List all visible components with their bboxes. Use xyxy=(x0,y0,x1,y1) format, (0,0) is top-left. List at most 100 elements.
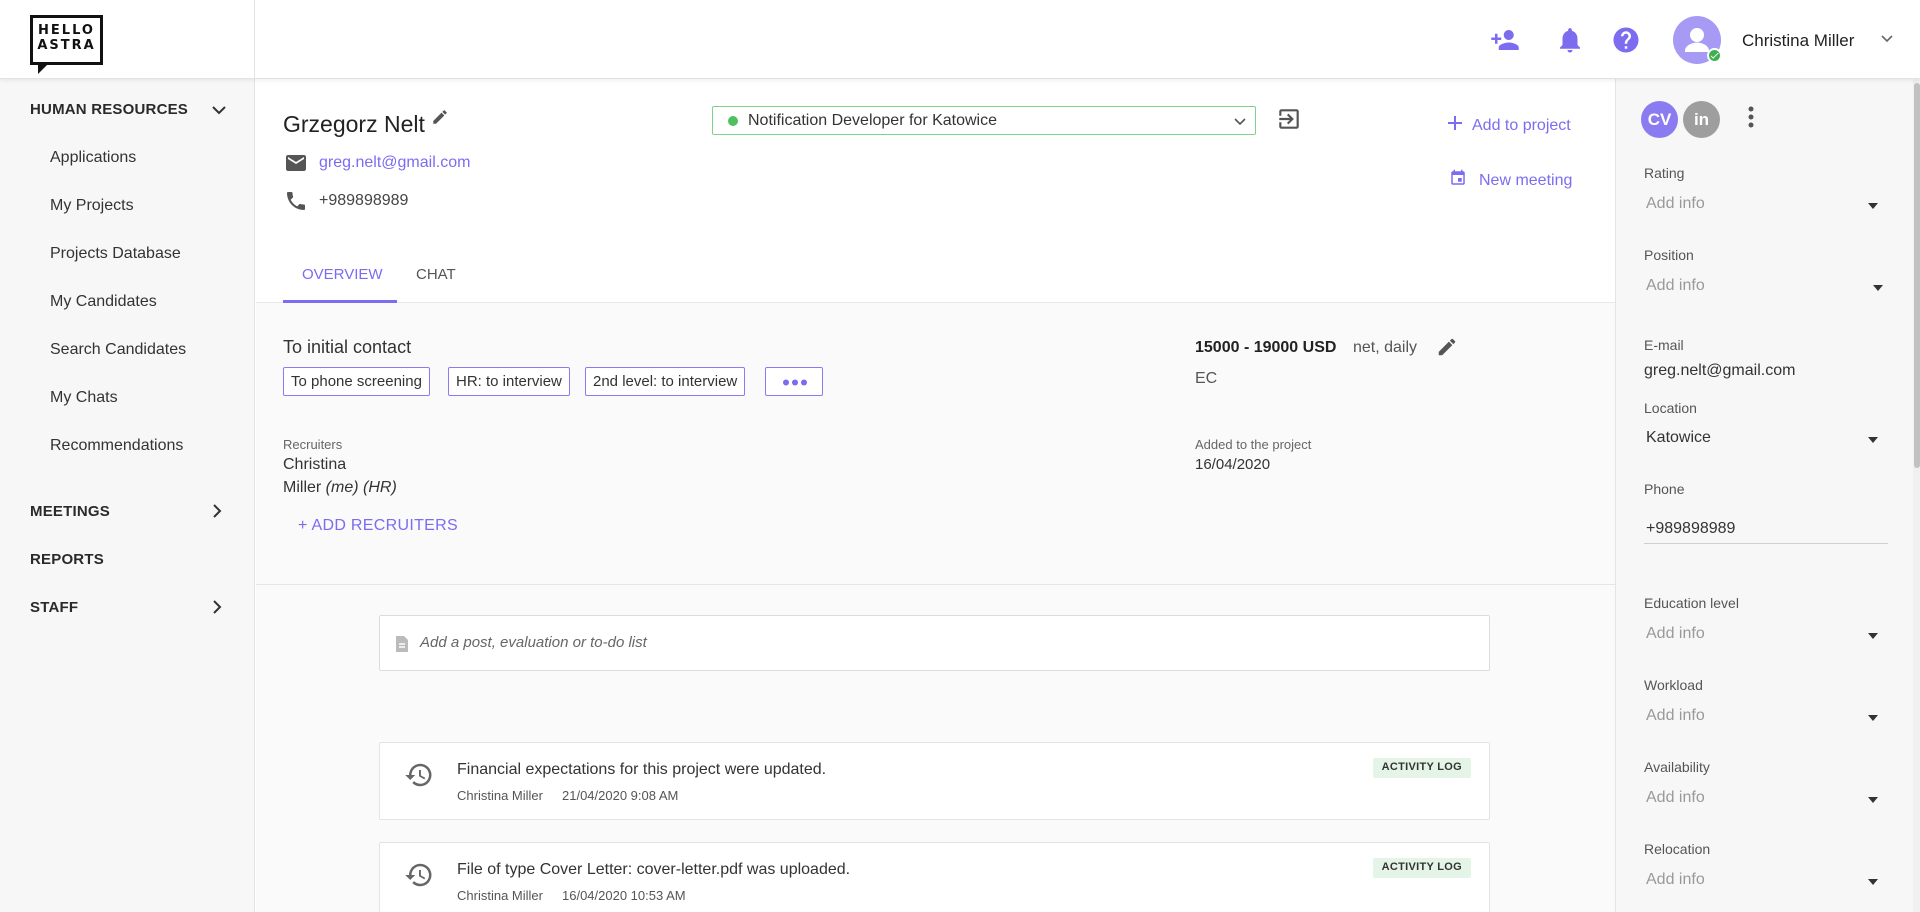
user-name[interactable]: Christina Miller xyxy=(1742,31,1854,51)
salary-range: 15000 - 19000 USD xyxy=(1195,339,1337,356)
note-icon xyxy=(394,635,410,653)
availability-label: Availability xyxy=(1644,759,1710,775)
exit-project-icon[interactable] xyxy=(1276,106,1302,132)
sidebar-item-search-candidates[interactable]: Search Candidates xyxy=(50,341,186,359)
workload-value: Add info xyxy=(1646,707,1705,724)
chevron-down-icon[interactable] xyxy=(1880,34,1894,44)
logo-tail xyxy=(38,65,47,74)
email-label: E-mail xyxy=(1644,337,1684,353)
stage-title: To initial contact xyxy=(283,337,412,357)
chevron-down-icon xyxy=(1233,117,1247,126)
dropdown-arrow-icon xyxy=(1868,879,1878,885)
added-to-project-label: Added to the project xyxy=(1195,437,1312,452)
relocation-label: Relocation xyxy=(1644,841,1711,857)
more-dots-icon xyxy=(783,379,807,386)
dropdown-arrow-icon xyxy=(1868,797,1878,803)
location-select[interactable]: Katowice xyxy=(1644,425,1886,455)
activity-time: 21/04/2020 9:08 AM xyxy=(562,788,679,803)
availability-select[interactable]: Add info xyxy=(1644,785,1886,815)
top-bar: HELLO ASTRA Christina Miller xyxy=(0,0,1920,79)
logo-area: HELLO ASTRA xyxy=(0,0,255,79)
position-select[interactable]: Add info xyxy=(1644,273,1891,303)
chevron-right-icon[interactable] xyxy=(211,599,223,615)
add-recruiters-button[interactable]: + ADD RECRUITERS xyxy=(298,517,458,535)
added-to-project-date: 16/04/2020 xyxy=(1195,456,1271,473)
add-person-icon[interactable] xyxy=(1490,25,1520,55)
add-to-project-link[interactable]: Add to project xyxy=(1472,117,1571,135)
phone-icon xyxy=(284,189,308,213)
edit-name-pencil-icon[interactable] xyxy=(431,108,449,126)
candidate-email-link[interactable]: greg.nelt@gmail.com xyxy=(319,154,470,172)
chevron-down-icon[interactable] xyxy=(211,104,227,116)
rating-label: Rating xyxy=(1644,165,1685,181)
position-value: Add info xyxy=(1646,277,1705,294)
new-meeting-link[interactable]: New meeting xyxy=(1479,172,1572,190)
calendar-icon[interactable] xyxy=(1449,169,1467,187)
hr-to-interview-button[interactable]: HR: to interview xyxy=(448,367,570,396)
education-level-select[interactable]: Add info xyxy=(1644,621,1886,651)
workload-select[interactable]: Add info xyxy=(1644,703,1886,733)
plus-icon[interactable] xyxy=(1447,115,1463,131)
location-label: Location xyxy=(1644,400,1697,416)
cv-badge[interactable]: CV xyxy=(1641,101,1678,138)
candidate-phone: +989898989 xyxy=(319,192,409,209)
tab-chat[interactable]: CHAT xyxy=(416,266,456,283)
sidebar-section-staff[interactable]: STAFF xyxy=(30,599,78,616)
phone-field[interactable]: +989898989 xyxy=(1644,514,1888,544)
activity-log-badge: ACTIVITY LOG xyxy=(1372,758,1471,778)
sidebar-item-my-chats[interactable]: My Chats xyxy=(50,389,118,407)
recruiters-label: Recruiters xyxy=(283,437,343,452)
history-icon xyxy=(404,760,434,790)
activity-author: Christina Miller xyxy=(457,788,543,803)
project-select[interactable]: Notification Developer for Katowice xyxy=(712,106,1256,135)
bell-icon[interactable] xyxy=(1555,25,1585,55)
rating-select[interactable]: Add info xyxy=(1644,191,1886,221)
chevron-right-icon[interactable] xyxy=(211,503,223,519)
post-input[interactable]: Add a post, evaluation or to-do list xyxy=(379,615,1490,671)
tab-overview[interactable]: OVERVIEW xyxy=(302,266,383,283)
help-icon[interactable] xyxy=(1611,25,1641,55)
sidebar-section-human-resources[interactable]: HUMAN RESOURCES xyxy=(30,101,188,118)
activity-time: 16/04/2020 10:53 AM xyxy=(562,888,686,903)
sidebar-item-recommendations[interactable]: Recommendations xyxy=(50,437,183,455)
phone-label: Phone xyxy=(1644,481,1685,497)
second-level-interview-button[interactable]: 2nd level: to interview xyxy=(585,367,746,396)
recruiter-last-name: Miller xyxy=(283,479,322,496)
project-select-label: Notification Developer for Katowice xyxy=(748,112,998,129)
dropdown-arrow-icon xyxy=(1873,285,1883,291)
sidebar-item-my-projects[interactable]: My Projects xyxy=(50,197,134,215)
education-level-label: Education level xyxy=(1644,595,1739,611)
linkedin-badge[interactable]: in xyxy=(1683,101,1720,138)
to-phone-screening-button[interactable]: To phone screening xyxy=(283,367,430,396)
sidebar-section-meetings[interactable]: MEETINGS xyxy=(30,503,110,520)
more-vert-icon[interactable] xyxy=(1748,106,1754,128)
project-status-dot xyxy=(728,116,738,126)
rating-value: Add info xyxy=(1646,195,1705,212)
stage-section: To initial contact To phone screening HR… xyxy=(256,303,1615,585)
avatar[interactable] xyxy=(1673,16,1722,64)
history-icon xyxy=(404,860,434,890)
more-stages-button[interactable] xyxy=(765,367,823,396)
main-content: Grzegorz Nelt greg.nelt@gmail.com +98989… xyxy=(256,79,1615,912)
sidebar-item-my-candidates[interactable]: My Candidates xyxy=(50,293,157,311)
activity-title: Financial expectations for this project … xyxy=(457,761,827,778)
sidebar-item-projects-database[interactable]: Projects Database xyxy=(50,245,181,263)
logo-text-line1: HELLO xyxy=(38,23,95,38)
activity-log-entry: Financial expectations for this project … xyxy=(379,742,1490,820)
dropdown-arrow-icon xyxy=(1868,203,1878,209)
activity-log-entry: File of type Cover Letter: cover-letter.… xyxy=(379,842,1490,912)
candidate-header: Grzegorz Nelt greg.nelt@gmail.com +98989… xyxy=(256,79,1615,303)
dropdown-arrow-icon xyxy=(1868,633,1878,639)
scrollbar-thumb[interactable] xyxy=(1914,83,1920,468)
edit-salary-pencil-icon[interactable] xyxy=(1436,336,1458,358)
workload-label: Workload xyxy=(1644,677,1703,693)
logo-text-line2: ASTRA xyxy=(37,38,96,53)
relocation-value: Add info xyxy=(1646,871,1705,888)
relocation-select[interactable]: Add info xyxy=(1644,867,1886,897)
online-status-dot xyxy=(1707,48,1722,63)
sidebar-item-applications[interactable]: Applications xyxy=(50,149,136,167)
sidebar-section-reports[interactable]: REPORTS xyxy=(30,551,104,568)
logo[interactable]: HELLO ASTRA xyxy=(30,15,103,74)
email-value: greg.nelt@gmail.com xyxy=(1644,362,1796,379)
salary-note: net, daily xyxy=(1353,339,1418,356)
